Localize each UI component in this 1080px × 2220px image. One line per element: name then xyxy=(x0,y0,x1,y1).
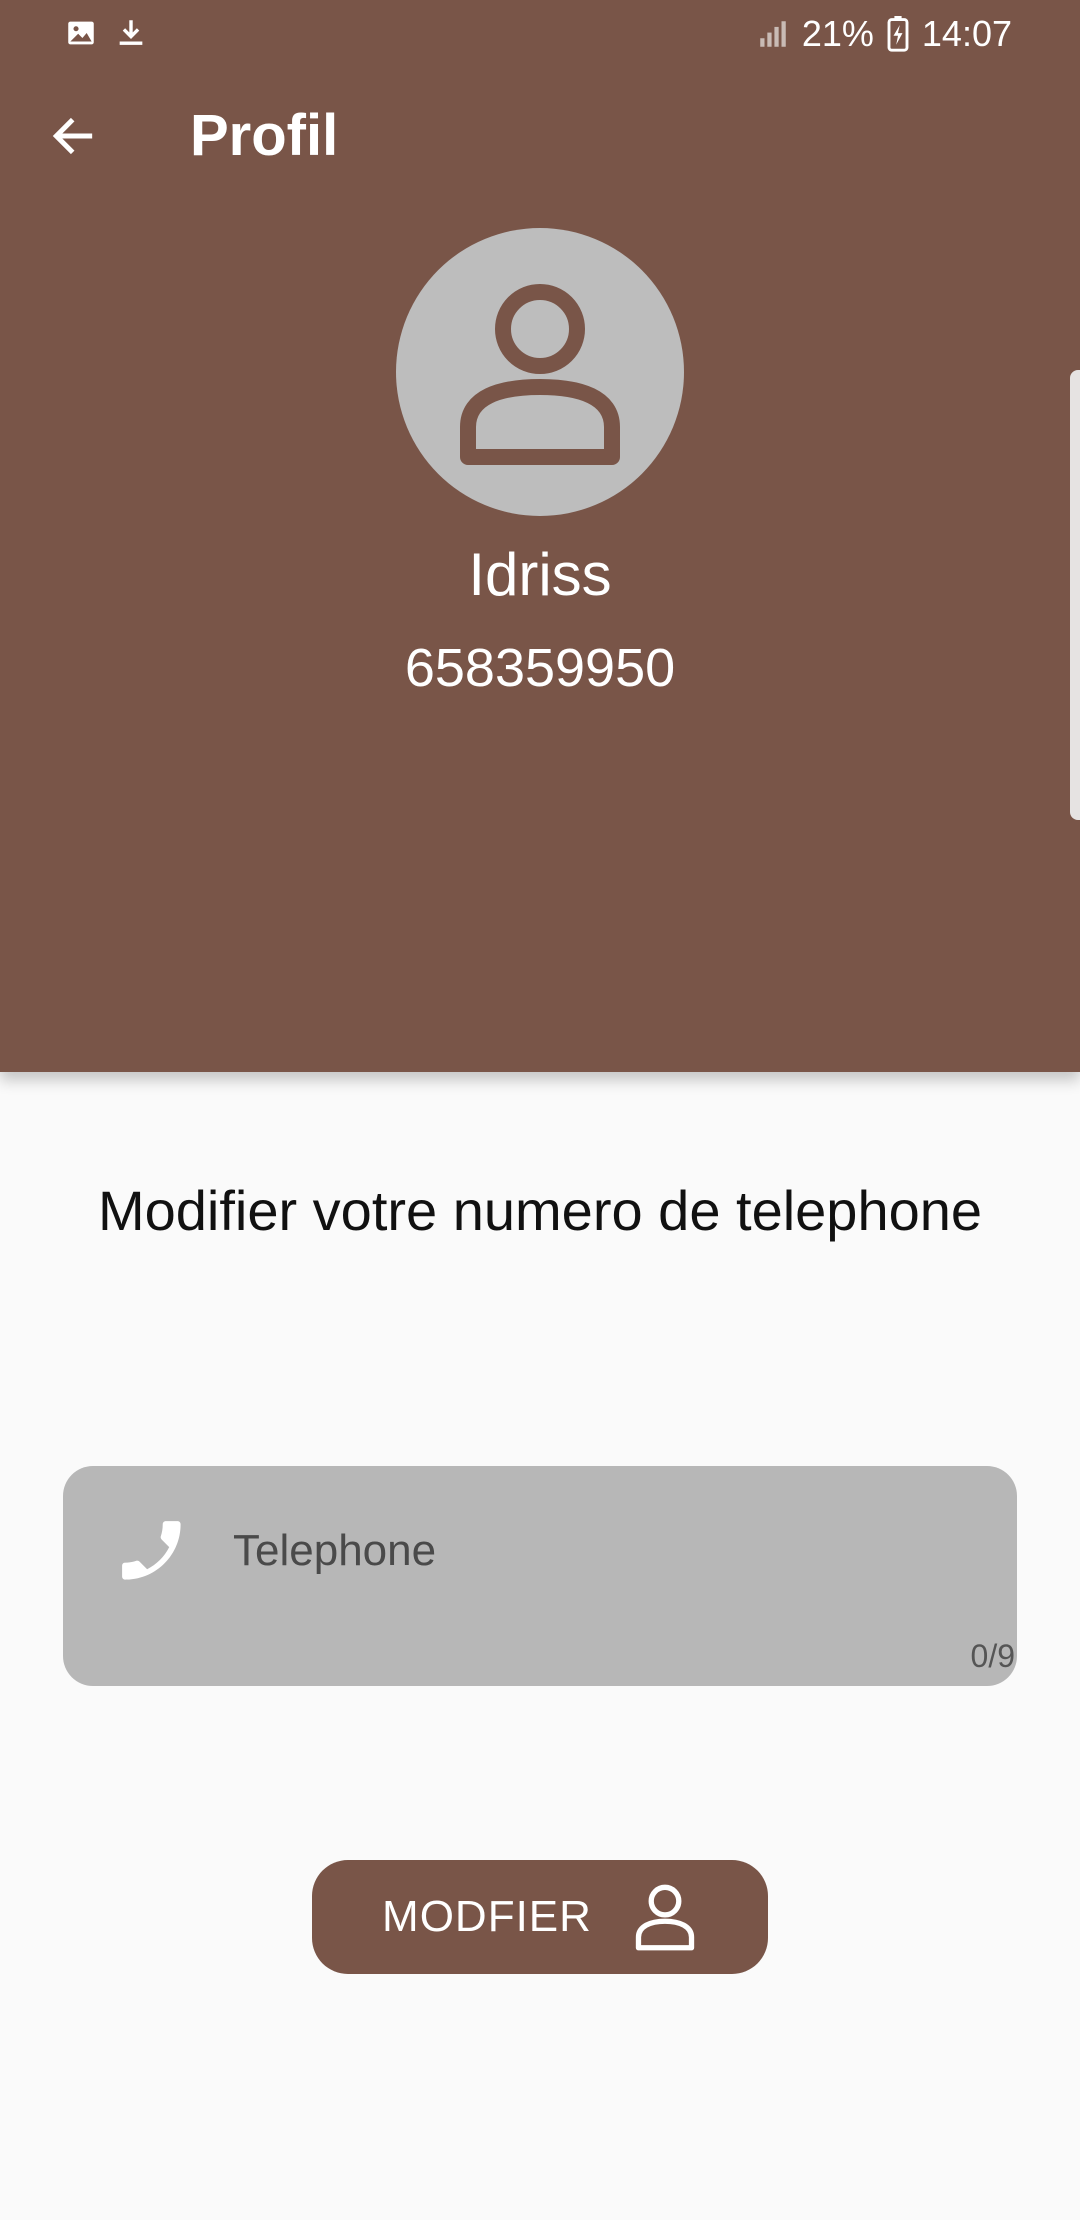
person-icon xyxy=(460,284,620,465)
profile-name: Idriss xyxy=(468,541,612,608)
modify-button-label: MODFIER xyxy=(382,1892,592,1941)
status-system: 21% 14:07 xyxy=(756,12,1012,56)
avatar xyxy=(396,228,684,516)
status-notifications xyxy=(64,16,148,50)
profile-header: 21% 14:07 Profil Idriss 658359950 xyxy=(0,0,1080,1072)
page-title: Profil xyxy=(190,103,339,168)
signal-icon xyxy=(760,21,786,47)
modify-button[interactable]: MODFIER xyxy=(312,1860,768,1974)
clock: 14:07 xyxy=(921,13,1012,54)
arrow-left-icon xyxy=(52,117,93,155)
battery-level: 21% xyxy=(801,13,874,54)
character-counter: 0/9 xyxy=(970,1638,1015,1674)
phone-icon xyxy=(122,1521,181,1580)
download-icon xyxy=(119,20,143,45)
status-bar: 21% 14:07 xyxy=(0,0,1080,68)
section-heading: Modifier votre numero de telephone xyxy=(97,1179,983,1242)
phone-field[interactable]: 0/9 xyxy=(63,1466,1017,1686)
app-bar: Profil xyxy=(0,68,1080,204)
battery-charging-icon xyxy=(887,16,909,52)
back-button[interactable] xyxy=(30,102,116,170)
profile-phone: 658359950 xyxy=(404,638,676,698)
user-icon xyxy=(635,1884,695,1951)
scroll-indicator[interactable] xyxy=(1070,370,1080,820)
phone-input[interactable] xyxy=(233,1506,953,1596)
image-icon xyxy=(68,21,94,45)
